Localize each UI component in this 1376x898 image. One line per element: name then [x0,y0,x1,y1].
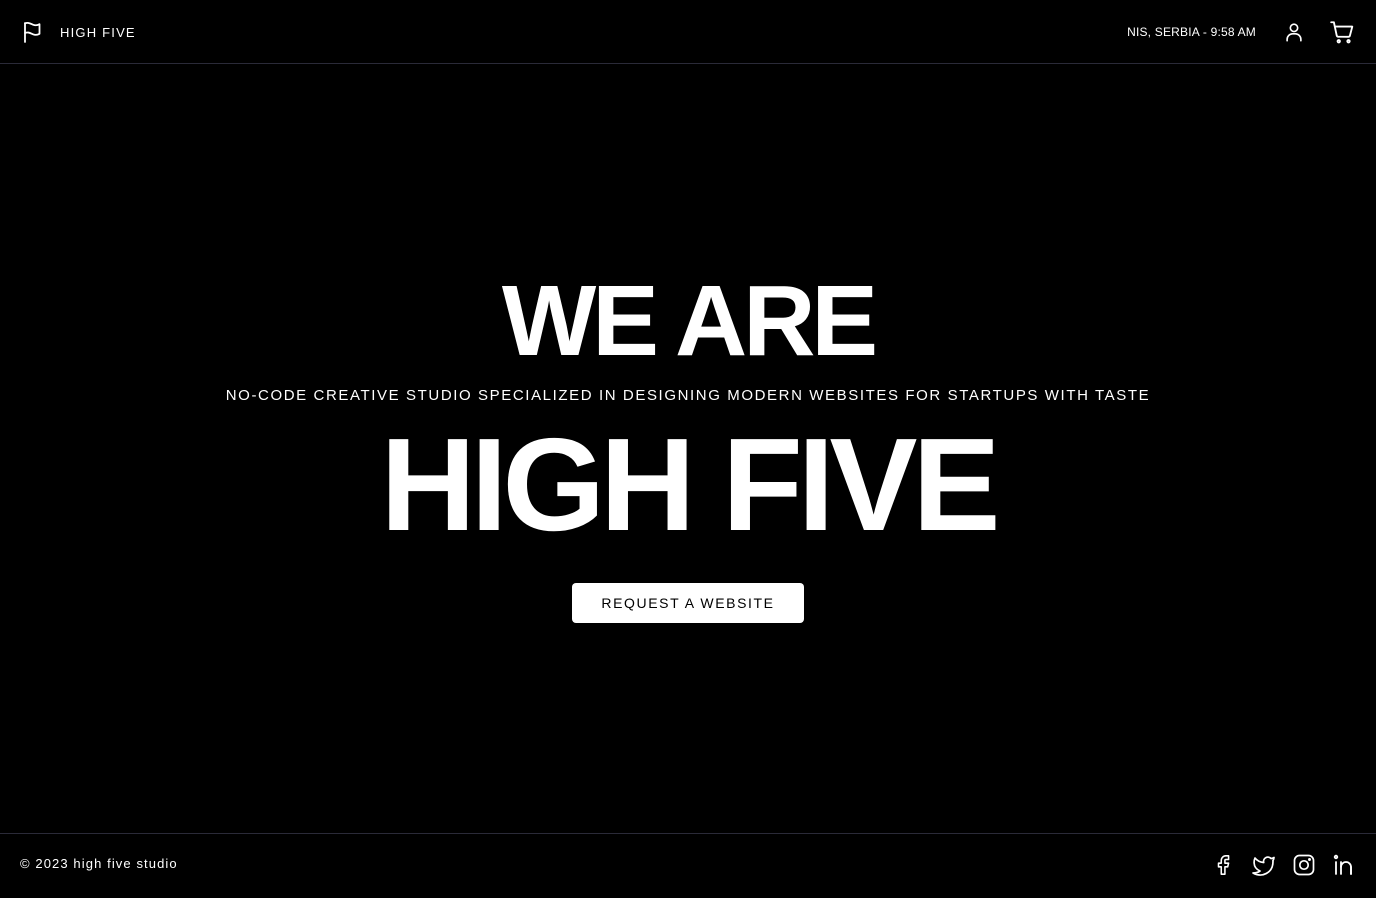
header-actions: NIS, SERBIA - 9:58 AM [1127,18,1356,46]
cart-icon [1329,19,1355,45]
facebook-link[interactable] [1212,853,1236,877]
page: HIGH FIVE NIS, SERBIA - 9:58 AM WE ARE N… [0,0,1376,898]
request-website-button[interactable]: REQUEST A WEBSITE [572,583,804,623]
hero-section: WE ARE NO-CODE CREATIVE STUDIO SPECIALIZ… [0,65,1376,833]
brand-home-link[interactable]: HIGH FIVE [20,20,136,44]
flag-icon [20,20,44,44]
footer: © 2023 high five studio [0,833,1376,898]
hero-tagline: NO-CODE CREATIVE STUDIO SPECIALIZED IN D… [225,387,1151,404]
twitter-link[interactable] [1252,853,1276,877]
linkedin-link[interactable] [1332,853,1356,877]
facebook-icon [1213,853,1235,877]
account-button[interactable] [1280,18,1308,46]
copyright-text: © 2023 high five studio [20,856,178,871]
brand-name: HIGH FIVE [60,24,136,40]
linkedin-icon [1332,853,1356,877]
twitter-icon [1252,853,1276,877]
instagram-link[interactable] [1292,853,1316,877]
hero-headline-top: WE ARE [501,265,878,377]
location-time-label: NIS, SERBIA - 9:58 AM [1127,25,1256,39]
cart-button[interactable] [1328,18,1356,46]
hero-headline-main: HIGH FIVE [380,411,1000,558]
instagram-icon [1292,853,1316,877]
social-links [1196,853,1356,877]
top-navigation-bar: HIGH FIVE NIS, SERBIA - 9:58 AM [0,0,1376,64]
user-icon [1283,21,1305,43]
